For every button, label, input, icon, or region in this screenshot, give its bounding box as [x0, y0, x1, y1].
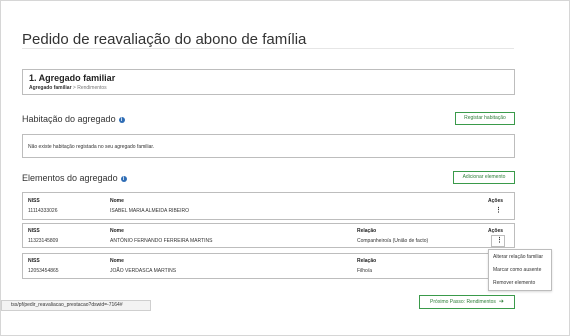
menu-item-change-relation[interactable]: Alterar relação familiar — [493, 254, 543, 260]
housing-section-title: Habitação do agregado i — [22, 114, 125, 124]
relation-header: Relação — [357, 228, 377, 234]
name-header: Nome — [110, 198, 124, 204]
relation-value: Filho/a — [357, 268, 373, 274]
name-header: Nome — [110, 258, 124, 264]
actions-dropdown-menu: Alterar relação familiar Marcar como aus… — [488, 249, 552, 291]
niss-value: 11114333026 — [28, 208, 58, 214]
add-element-button[interactable]: Adicionar elemento — [453, 171, 515, 184]
actions-menu-button[interactable]: ⋮ — [491, 235, 505, 247]
kebab-menu-icon[interactable]: ⋮ — [496, 237, 503, 244]
next-step-label: Próximo Passo: Rendimentos — [430, 298, 496, 305]
name-value: ISABEL MARIA ALMEIDA RIBEIRO — [110, 208, 190, 214]
breadcrumb-next: Rendimentos — [77, 85, 107, 91]
name-header: Nome — [110, 228, 124, 234]
step-header: 1. Agregado familiar Agregado familiar >… — [22, 69, 515, 95]
kebab-menu-icon[interactable]: ⋮ — [495, 207, 502, 214]
name-value: ANTÓNIO FERNANDO FERREIRA MARTINS — [110, 238, 213, 244]
housing-empty-text: Não existe habitação registada no seu ag… — [28, 144, 155, 150]
arrow-right-icon: ➔ — [498, 298, 504, 305]
breadcrumb-current: Agregado familiar — [29, 85, 72, 91]
menu-item-mark-absent[interactable]: Marcar como ausente — [493, 267, 541, 273]
niss-header: NISS — [28, 198, 40, 204]
table-row: NISS Nome Relação Ações 11323145809 ANTÓ… — [22, 223, 515, 248]
relation-value: Companheiro/a (União de facto) — [357, 238, 429, 244]
housing-empty-state: Não existe habitação registada no seu ag… — [22, 134, 515, 158]
niss-header: NISS — [28, 228, 40, 234]
title-divider — [22, 48, 514, 49]
register-housing-button[interactable]: Registar habitação — [455, 112, 515, 125]
name-value: JOÃO VERDASCA MARTINS — [110, 268, 177, 274]
elements-title-text: Elementos do agregado — [22, 173, 118, 183]
breadcrumb: Agregado familiar > Rendimentos — [29, 85, 107, 91]
table-row: NISS Nome Relação 12053454865 JOÃO VERDA… — [22, 253, 515, 279]
niss-value: 11323145809 — [28, 238, 59, 244]
main-card: Pedido de reavaliação do abono de famíli… — [0, 0, 570, 336]
info-icon[interactable]: i — [120, 176, 127, 182]
page-title: Pedido de reavaliação do abono de famíli… — [22, 31, 307, 48]
actions-header: Ações — [488, 198, 504, 204]
info-icon[interactable]: i — [118, 117, 125, 123]
housing-title-text: Habitação do agregado — [22, 114, 116, 124]
actions-header: Ações — [488, 228, 504, 234]
elements-section-title: Elementos do agregado i — [22, 173, 127, 183]
status-bar-url: tss/pf/pedir_reavaliacao_prestacao?dswid… — [1, 300, 151, 311]
relation-header: Relação — [357, 258, 377, 264]
menu-item-remove-element[interactable]: Remover elemento — [493, 280, 535, 286]
niss-value: 12053454865 — [28, 268, 59, 274]
table-row: NISS Nome Ações 11114333026 ISABEL MARIA… — [22, 192, 515, 220]
niss-header: NISS — [28, 258, 40, 264]
step-title: 1. Agregado familiar — [29, 73, 116, 83]
next-step-button[interactable]: Próximo Passo: Rendimentos ➔ — [419, 295, 515, 309]
breadcrumb-separator-icon: > — [72, 85, 76, 91]
